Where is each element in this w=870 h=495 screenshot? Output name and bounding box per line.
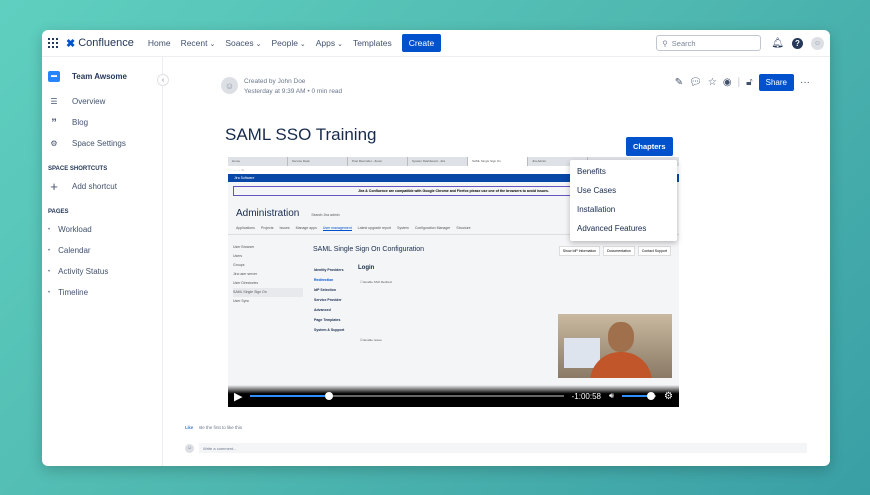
- nav-recent[interactable]: Recent: [181, 38, 216, 48]
- overview-icon: ☰: [50, 97, 58, 106]
- confluence-logo[interactable]: ✖ Confluence: [66, 37, 134, 50]
- more-actions-icon[interactable]: ···: [800, 77, 810, 88]
- sidebar-item-space-settings[interactable]: ⚙ Space Settings: [42, 133, 162, 154]
- play-icon[interactable]: ▶: [234, 390, 242, 403]
- space-shortcuts-heading: SPACE SHORTCUTS: [48, 166, 108, 172]
- commenter-avatar: ☺: [185, 443, 194, 453]
- page-link-timeline[interactable]: Timeline: [42, 282, 162, 303]
- chapter-installation[interactable]: Installation: [570, 200, 677, 219]
- page-link-workload[interactable]: Workload: [42, 219, 162, 240]
- like-button[interactable]: Like: [185, 425, 193, 430]
- restrictions-lock-icon[interactable]: 🔓︎: [746, 77, 752, 88]
- page-title: SAML SSO Training: [225, 125, 377, 144]
- divider: |: [737, 77, 741, 88]
- comment-icon[interactable]: 💬︎: [689, 77, 702, 88]
- page-content: ☺ Created by John Doe Yesterday at 9:39 A…: [163, 57, 830, 466]
- add-shortcut-button[interactable]: + Add shortcut: [42, 176, 162, 197]
- video-left-menu: User Browser Users Groups Jira user server U…: [233, 243, 303, 306]
- nav-home[interactable]: Home: [148, 38, 171, 48]
- chapter-advanced-features[interactable]: Advanced Features: [570, 219, 677, 238]
- confluence-window: ✖Confluence Home Recent Soaces People Ap…: [42, 30, 830, 466]
- folder-icon: ▬: [48, 70, 60, 82]
- search-icon: ⚲: [662, 38, 668, 48]
- app-switcher-icon[interactable]: [48, 38, 58, 48]
- page-actions: ✎ 💬︎ ☆ ◉ | 🔓︎ Share ···: [675, 74, 810, 91]
- page-byline: ☺ Created by John Doe Yesterday at 9:39 A…: [221, 77, 342, 97]
- page-link-activity-status[interactable]: Activity Status: [42, 261, 162, 282]
- edit-pencil-icon[interactable]: ✎: [675, 77, 683, 88]
- top-nav: ✖Confluence Home Recent Soaces People Ap…: [42, 30, 830, 57]
- comment-row: ☺ Write a comment...: [185, 443, 807, 453]
- nav-apps[interactable]: Apps: [316, 38, 343, 48]
- gear-icon: ⚙: [50, 139, 58, 148]
- comment-input[interactable]: Write a comment...: [199, 443, 807, 453]
- search-input[interactable]: ⚲ Search: [656, 35, 762, 51]
- chapter-benefits[interactable]: Benefits: [570, 162, 677, 181]
- plus-icon: +: [50, 179, 58, 194]
- like-row: Like Be the first to like this: [185, 425, 243, 430]
- help-icon[interactable]: ?: [792, 37, 803, 49]
- settings-gear-icon[interactable]: ⚙: [664, 391, 673, 402]
- video-config-buttons: Show IdP Information Documentation Contact…: [558, 246, 671, 256]
- share-button[interactable]: Share: [758, 74, 794, 91]
- video-controls: ▶ -1:00:58 🔊︎ ⚙: [228, 385, 679, 407]
- time-remaining: -1:00:58: [571, 391, 601, 401]
- watch-eye-icon[interactable]: ◉: [723, 77, 732, 88]
- notification-bell-icon[interactable]: 🔔︎: [771, 38, 784, 49]
- video-login-title: Login: [358, 265, 375, 271]
- star-icon[interactable]: ☆: [708, 77, 717, 88]
- nav-templates[interactable]: Templates: [353, 38, 392, 48]
- chapters-menu: Benefits Use Cases Installation Advanced…: [570, 160, 677, 241]
- create-button[interactable]: Create: [401, 34, 442, 52]
- nav-people[interactable]: People: [271, 38, 305, 48]
- chapters-button[interactable]: Chapters: [626, 137, 673, 156]
- chapter-use-cases[interactable]: Use Cases: [570, 181, 677, 200]
- sidebar-item-overview[interactable]: ☰ Overview: [42, 91, 162, 112]
- presenter-webcam: [558, 314, 672, 378]
- page-link-calendar[interactable]: Calendar: [42, 240, 162, 261]
- user-avatar[interactable]: ☺: [811, 36, 824, 50]
- nav-spaces[interactable]: Soaces: [225, 38, 261, 48]
- pages-heading: PAGES: [48, 209, 69, 215]
- volume-slider[interactable]: [622, 392, 657, 400]
- confluence-x-icon: ✖: [66, 37, 76, 50]
- sidebar-item-blog[interactable]: ” Blog: [42, 112, 162, 133]
- video-admin-title: Administration: [236, 208, 300, 219]
- author-avatar: ☺: [221, 77, 238, 94]
- video-login-text: ☐ Enable SSO Redirect ☑ Enable nosso: [360, 280, 393, 342]
- video-config-title: SAML Single Sign On Configuration: [313, 246, 425, 253]
- quote-icon: ”: [51, 116, 57, 129]
- volume-icon[interactable]: 🔊︎: [609, 391, 614, 401]
- space-header[interactable]: ▬ Team Awsome: [42, 61, 162, 91]
- sidebar: ▬ Team Awsome ☰ Overview ” Blog ⚙ Space Sett…: [42, 57, 163, 466]
- video-config-nav: Identity Providers Redirection IdP Selecti…: [314, 268, 345, 332]
- video-progress-bar[interactable]: [250, 392, 564, 400]
